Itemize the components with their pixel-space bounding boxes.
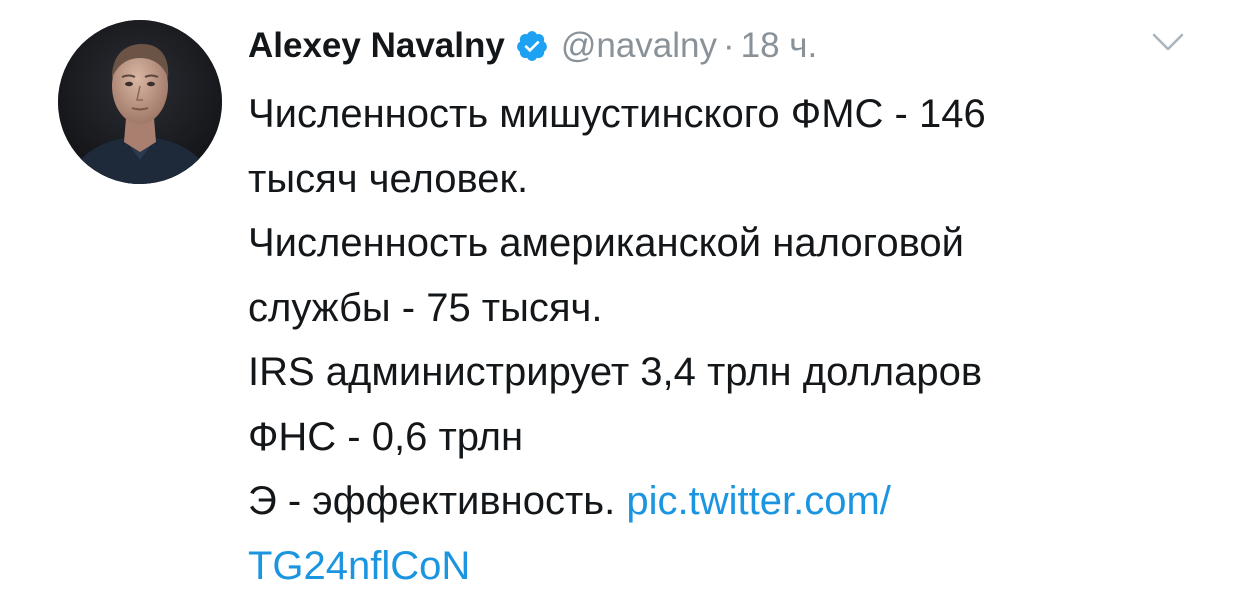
avatar[interactable] (58, 20, 222, 184)
chevron-down-icon[interactable] (1150, 30, 1186, 54)
pic-link-part2[interactable]: TG24nflCoN (248, 534, 1208, 598)
tweet-text-line-last: Э - эффективность. pic.twitter.com/ (248, 469, 1208, 534)
pic-link-part1[interactable]: pic.twitter.com/ (626, 479, 891, 523)
tweet-text-line: Численность американской налоговой (248, 211, 1208, 276)
tweet-text-line: Численность мишустинского ФМС - 146 (248, 82, 1208, 147)
author-name[interactable]: Alexey Navalny (248, 26, 505, 66)
author-handle[interactable]: @navalny (561, 26, 717, 66)
tweet-text: Численность мишустинского ФМС - 146 тыся… (248, 82, 1208, 598)
tweet-text-line: тысяч человек. (248, 147, 1208, 212)
tweet-text-fragment: Э - эффективность. (248, 479, 626, 523)
tweet: Alexey Navalny @navalny · 18 ч. Численно… (0, 0, 1241, 589)
dot-separator: · (723, 26, 735, 66)
verified-badge-icon (515, 29, 549, 63)
tweet-text-line: IRS администрирует 3,4 трлн долларов (248, 340, 1208, 405)
tweet-timestamp[interactable]: 18 ч. (741, 26, 818, 66)
tweet-header: Alexey Navalny @navalny · 18 ч. (248, 20, 817, 72)
tweet-text-line: службы - 75 тысяч. (248, 276, 1208, 341)
tweet-text-line: ФНС - 0,6 трлн (248, 405, 1208, 470)
